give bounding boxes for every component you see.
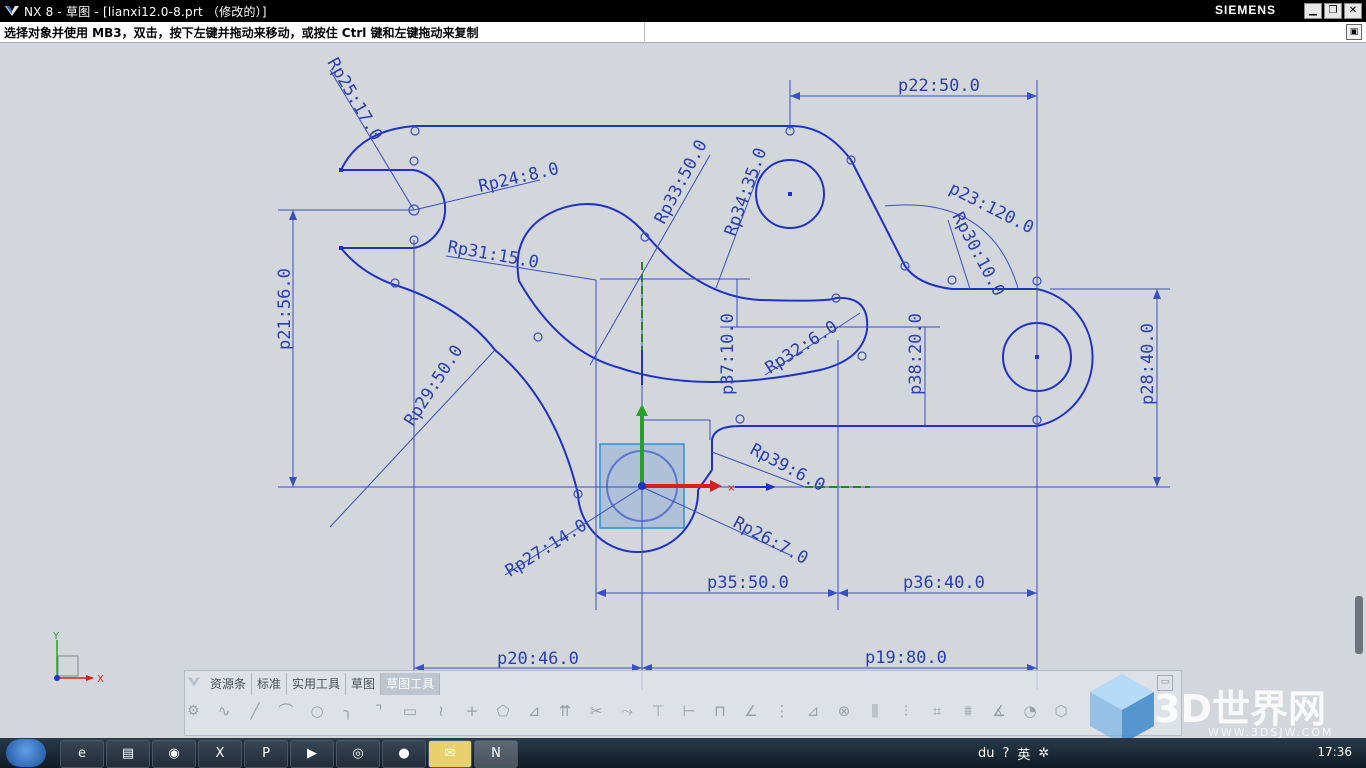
relations-icon[interactable]: ∠: [738, 699, 764, 723]
tray-ime[interactable]: 英: [1017, 744, 1030, 763]
dim-p36[interactable]: p36:40.0: [903, 573, 985, 593]
point-icon[interactable]: +: [459, 699, 485, 723]
alternate-icon[interactable]: ⊗: [831, 699, 857, 723]
make-corner-icon[interactable]: ⊤: [645, 699, 671, 723]
dim-p20[interactable]: p20:46.0: [497, 649, 579, 669]
quick-extend-icon[interactable]: ⤳: [614, 699, 640, 723]
fillet-icon[interactable]: ╮: [335, 699, 361, 723]
triad-y-label: Y: [52, 631, 60, 642]
rectangle-icon[interactable]: ▭: [397, 699, 423, 723]
nx-icon[interactable]: N: [474, 740, 518, 768]
perimeter-icon[interactable]: ⬡: [1048, 699, 1074, 723]
graphics-window[interactable]: × p22:50.0 Rp25:17.0 Rp24:8.0 Rp33:50.0 …: [0, 0, 1366, 738]
start-button[interactable]: [6, 739, 46, 767]
circle-icon[interactable]: ○: [304, 699, 330, 723]
sketch-toolbar: 资源条 标准 实用工具 草图 草图工具 ⚙ ▭ ∿ ╱ ⌒ ○ ╮ ⌝ ▭ ≀ …: [184, 670, 1182, 736]
studio-spline-icon[interactable]: ≀: [428, 699, 454, 723]
dim-p35[interactable]: p35:50.0: [707, 573, 789, 593]
dim-rp31[interactable]: Rp31:15.0: [446, 237, 540, 273]
line-icon[interactable]: ╱: [242, 699, 268, 723]
side-scroll-handle[interactable]: [1355, 596, 1363, 654]
view-triad: Y X: [52, 631, 104, 685]
quick-trim-icon[interactable]: ✂: [583, 699, 609, 723]
dim-rp33[interactable]: Rp33:50.0: [651, 137, 712, 228]
player-icon[interactable]: ●: [382, 740, 426, 768]
watermark-logo: 3D世界网 WWW.3DSJW.COM: [1082, 668, 1352, 748]
dim-p19[interactable]: p19:80.0: [865, 648, 947, 668]
excel-icon[interactable]: X: [198, 740, 242, 768]
convert-icon[interactable]: ⊿: [800, 699, 826, 723]
arc-icon[interactable]: ⌒: [273, 699, 299, 723]
tab-resource-bar[interactable]: 资源条: [205, 673, 253, 695]
rapid-dimension-icon[interactable]: ⌗: [924, 699, 950, 723]
powerpoint-icon[interactable]: P: [244, 740, 288, 768]
dim-rp27[interactable]: Rp27:14.0: [502, 515, 591, 581]
tab-sketch-tools[interactable]: 草图工具: [381, 673, 441, 695]
linear-dim-icon[interactable]: ⩩: [955, 699, 981, 723]
system-tray: du ? 英 ✲: [978, 742, 1057, 764]
display-constraints-icon[interactable]: ⫼: [862, 699, 888, 723]
inferred-icon[interactable]: ⫶: [893, 699, 919, 723]
watermark-text: 3D世界网: [1154, 687, 1326, 731]
mirror-icon[interactable]: ⋮: [769, 699, 795, 723]
offset-icon[interactable]: ⬠: [490, 699, 516, 723]
chamfer-icon[interactable]: ⌝: [366, 699, 392, 723]
toolbar-options-gear-icon[interactable]: ⚙: [187, 703, 203, 719]
clock[interactable]: 17:36: [1317, 745, 1352, 759]
derived-line-icon[interactable]: ⇈: [552, 699, 578, 723]
profile-icon[interactable]: ∿: [211, 699, 237, 723]
tab-utilities[interactable]: 实用工具: [287, 673, 347, 695]
tab-sketch[interactable]: 草图: [346, 673, 382, 695]
taskbar: e ▤ ◉ X P ▶ ◎ ● ✉ N du ? 英 ✲ 17:36: [0, 738, 1366, 768]
tab-standard[interactable]: 标准: [252, 673, 288, 695]
dim-rp34[interactable]: Rp34:35.0: [721, 145, 771, 238]
radial-dim-icon[interactable]: ◔: [1017, 699, 1043, 723]
svg-text:×: ×: [727, 483, 735, 494]
toolbar-icon-row: ∿ ╱ ⌒ ○ ╮ ⌝ ▭ ≀ + ⬠ ⊿ ⇈ ✂ ⤳ ⊤ ⊢ ⊓ ∠ ⋮ ⊿ …: [211, 699, 1079, 723]
angular-dim-icon[interactable]: ∡: [986, 699, 1012, 723]
dim-p28[interactable]: p28:40.0: [1138, 323, 1158, 405]
dim-p38[interactable]: p38:20.0: [906, 313, 926, 395]
dim-p21[interactable]: p21:56.0: [275, 268, 295, 350]
tray-settings[interactable]: ✲: [1038, 746, 1049, 761]
triad-x-label: X: [97, 674, 104, 685]
dim-rp25[interactable]: Rp25:17.0: [323, 55, 386, 145]
auto-dimension-icon[interactable]: ⊓: [707, 699, 733, 723]
nx-small-logo-icon: [187, 674, 201, 690]
pattern-icon[interactable]: ⊿: [521, 699, 547, 723]
dim-rp32[interactable]: Rp32:6.0: [762, 317, 842, 378]
tray-du[interactable]: du: [978, 746, 995, 761]
constraint-icon[interactable]: ⊢: [676, 699, 702, 723]
toolbar-tabs: 资源条 标准 实用工具 草图 草图工具: [205, 673, 441, 695]
qq-icon[interactable]: ◉: [152, 740, 196, 768]
dim-p37[interactable]: p37:10.0: [718, 313, 738, 395]
explorer-icon[interactable]: ▤: [106, 740, 150, 768]
cube-logo-icon: [1090, 674, 1154, 744]
dim-rp29[interactable]: Rp29:50.0: [400, 342, 467, 430]
ie-icon[interactable]: e: [60, 740, 104, 768]
dim-rp26[interactable]: Rp26:7.0: [730, 513, 812, 569]
dim-rp24[interactable]: Rp24:8.0: [477, 159, 561, 197]
dim-p22[interactable]: p22:50.0: [898, 76, 980, 96]
tray-help[interactable]: ?: [1003, 746, 1010, 761]
chrome-icon[interactable]: ◎: [336, 740, 380, 768]
video-icon[interactable]: ▶: [290, 740, 334, 768]
wechat-icon[interactable]: ✉: [428, 740, 472, 768]
